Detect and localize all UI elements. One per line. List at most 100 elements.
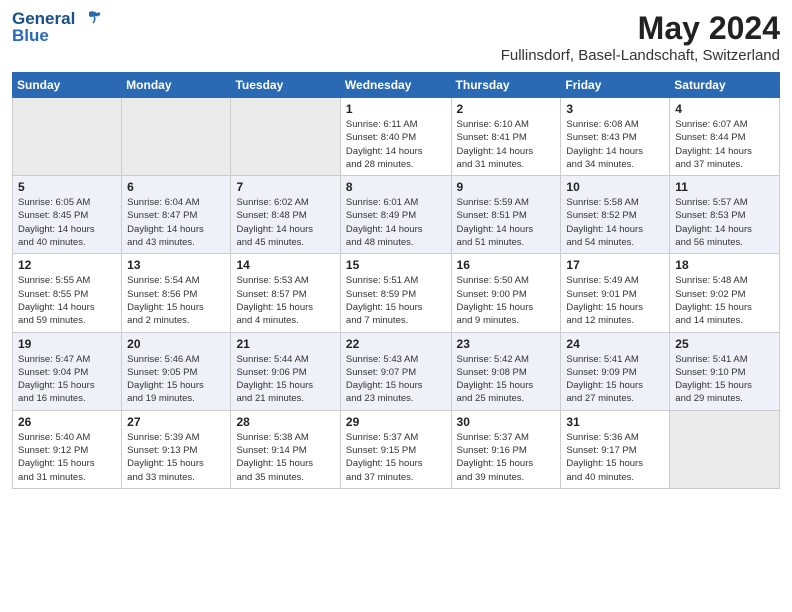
day-info: Sunrise: 5:47 AM Sunset: 9:04 PM Dayligh… [18, 353, 116, 406]
day-info: Sunrise: 6:08 AM Sunset: 8:43 PM Dayligh… [566, 118, 664, 171]
day-info: Sunrise: 5:37 AM Sunset: 9:16 PM Dayligh… [457, 431, 556, 484]
day-info: Sunrise: 5:49 AM Sunset: 9:01 PM Dayligh… [566, 274, 664, 327]
day-info: Sunrise: 5:44 AM Sunset: 9:06 PM Dayligh… [236, 353, 334, 406]
table-row: 7 Sunrise: 6:02 AM Sunset: 8:48 PM Daylig… [231, 176, 340, 254]
day-number: 28 [236, 415, 334, 429]
table-row: 22Sunrise: 5:43 AM Sunset: 9:07 PM Dayli… [340, 332, 451, 410]
day-info: Sunrise: 5:41 AM Sunset: 9:10 PM Dayligh… [675, 353, 774, 406]
day-number: 7 [236, 180, 334, 194]
day-number: 30 [457, 415, 556, 429]
header-wednesday: Wednesday [340, 73, 451, 98]
day-number: 31 [566, 415, 664, 429]
table-row: 30 Sunrise: 5:37 AM Sunset: 9:16 PM Dayli… [451, 410, 561, 488]
day-info: Sunrise: 5:58 AM Sunset: 8:52 PM Dayligh… [566, 196, 664, 249]
day-info: Sunrise: 5:39 AM Sunset: 9:13 PM Dayligh… [127, 431, 225, 484]
calendar-week-row: 1Sunrise: 6:11 AM Sunset: 8:40 PM Daylig… [13, 98, 780, 176]
day-number: 2 [457, 102, 556, 116]
table-row: 15 Sunrise: 5:51 AM Sunset: 8:59 PM Dayli… [340, 254, 451, 332]
day-info: Sunrise: 5:57 AM Sunset: 8:53 PM Dayligh… [675, 196, 774, 249]
day-number: 29 [346, 415, 446, 429]
day-info: Sunrise: 5:59 AM Sunset: 8:51 PM Dayligh… [457, 196, 556, 249]
table-row: 24Sunrise: 5:41 AM Sunset: 9:09 PM Dayli… [561, 332, 670, 410]
table-row [231, 98, 340, 176]
day-number: 25 [675, 337, 774, 351]
table-row: 14 Sunrise: 5:53 AM Sunset: 8:57 PM Dayli… [231, 254, 340, 332]
day-number: 4 [675, 102, 774, 116]
table-row [122, 98, 231, 176]
table-row: 16 Sunrise: 5:50 AM Sunset: 9:00 PM Dayli… [451, 254, 561, 332]
day-number: 15 [346, 258, 446, 272]
table-row: 1Sunrise: 6:11 AM Sunset: 8:40 PM Daylig… [340, 98, 451, 176]
table-row: 29Sunrise: 5:37 AM Sunset: 9:15 PM Dayli… [340, 410, 451, 488]
calendar-week-row: 5 Sunrise: 6:05 AM Sunset: 8:45 PM Daylig… [13, 176, 780, 254]
calendar-table: Sunday Monday Tuesday Wednesday Thursday… [12, 72, 780, 489]
table-row: 5 Sunrise: 6:05 AM Sunset: 8:45 PM Daylig… [13, 176, 122, 254]
day-number: 5 [18, 180, 116, 194]
header-friday: Friday [561, 73, 670, 98]
table-row [670, 410, 780, 488]
day-number: 19 [18, 337, 116, 351]
day-number: 18 [675, 258, 774, 272]
day-info: Sunrise: 5:42 AM Sunset: 9:08 PM Dayligh… [457, 353, 556, 406]
title-block: May 2024 Fullinsdorf, Basel-Landschaft, … [501, 10, 780, 64]
day-info: Sunrise: 6:04 AM Sunset: 8:47 PM Dayligh… [127, 196, 225, 249]
table-row: 13Sunrise: 5:54 AM Sunset: 8:56 PM Dayli… [122, 254, 231, 332]
header-thursday: Thursday [451, 73, 561, 98]
day-number: 11 [675, 180, 774, 194]
page-container: General Blue May 2024 Fullinsdorf, Basel… [0, 0, 792, 501]
table-row: 20Sunrise: 5:46 AM Sunset: 9:05 PM Dayli… [122, 332, 231, 410]
table-row: 6 Sunrise: 6:04 AM Sunset: 8:47 PM Daylig… [122, 176, 231, 254]
day-info: Sunrise: 6:11 AM Sunset: 8:40 PM Dayligh… [346, 118, 446, 171]
day-number: 8 [346, 180, 446, 194]
day-number: 9 [457, 180, 556, 194]
day-number: 16 [457, 258, 556, 272]
day-info: Sunrise: 5:48 AM Sunset: 9:02 PM Dayligh… [675, 274, 774, 327]
table-row: 27Sunrise: 5:39 AM Sunset: 9:13 PM Dayli… [122, 410, 231, 488]
logo: General Blue [12, 10, 101, 45]
table-row: 2 Sunrise: 6:10 AM Sunset: 8:41 PM Daylig… [451, 98, 561, 176]
table-row: 3Sunrise: 6:08 AM Sunset: 8:43 PM Daylig… [561, 98, 670, 176]
day-number: 22 [346, 337, 446, 351]
day-info: Sunrise: 6:07 AM Sunset: 8:44 PM Dayligh… [675, 118, 774, 171]
table-row: 4 Sunrise: 6:07 AM Sunset: 8:44 PM Daylig… [670, 98, 780, 176]
table-row: 28Sunrise: 5:38 AM Sunset: 9:14 PM Dayli… [231, 410, 340, 488]
day-info: Sunrise: 6:10 AM Sunset: 8:41 PM Dayligh… [457, 118, 556, 171]
table-row: 10Sunrise: 5:58 AM Sunset: 8:52 PM Dayli… [561, 176, 670, 254]
day-info: Sunrise: 5:46 AM Sunset: 9:05 PM Dayligh… [127, 353, 225, 406]
table-row: 8 Sunrise: 6:01 AM Sunset: 8:49 PM Daylig… [340, 176, 451, 254]
day-info: Sunrise: 5:40 AM Sunset: 9:12 PM Dayligh… [18, 431, 116, 484]
day-number: 26 [18, 415, 116, 429]
header: General Blue May 2024 Fullinsdorf, Basel… [12, 10, 780, 64]
header-tuesday: Tuesday [231, 73, 340, 98]
day-info: Sunrise: 5:53 AM Sunset: 8:57 PM Dayligh… [236, 274, 334, 327]
table-row: 26 Sunrise: 5:40 AM Sunset: 9:12 PM Dayli… [13, 410, 122, 488]
day-info: Sunrise: 5:55 AM Sunset: 8:55 PM Dayligh… [18, 274, 116, 327]
table-row: 21 Sunrise: 5:44 AM Sunset: 9:06 PM Dayli… [231, 332, 340, 410]
logo-bird-icon [79, 10, 101, 28]
table-row: 19 Sunrise: 5:47 AM Sunset: 9:04 PM Dayli… [13, 332, 122, 410]
table-row: 11 Sunrise: 5:57 AM Sunset: 8:53 PM Dayli… [670, 176, 780, 254]
location-title: Fullinsdorf, Basel-Landschaft, Switzerla… [501, 47, 780, 64]
calendar-week-row: 26 Sunrise: 5:40 AM Sunset: 9:12 PM Dayli… [13, 410, 780, 488]
day-info: Sunrise: 5:50 AM Sunset: 9:00 PM Dayligh… [457, 274, 556, 327]
table-row: 12Sunrise: 5:55 AM Sunset: 8:55 PM Dayli… [13, 254, 122, 332]
day-info: Sunrise: 6:02 AM Sunset: 8:48 PM Dayligh… [236, 196, 334, 249]
day-number: 17 [566, 258, 664, 272]
calendar-header-row: Sunday Monday Tuesday Wednesday Thursday… [13, 73, 780, 98]
day-number: 23 [457, 337, 556, 351]
header-sunday: Sunday [13, 73, 122, 98]
table-row: 31Sunrise: 5:36 AM Sunset: 9:17 PM Dayli… [561, 410, 670, 488]
day-number: 6 [127, 180, 225, 194]
calendar-week-row: 19 Sunrise: 5:47 AM Sunset: 9:04 PM Dayli… [13, 332, 780, 410]
day-info: Sunrise: 6:01 AM Sunset: 8:49 PM Dayligh… [346, 196, 446, 249]
day-info: Sunrise: 5:51 AM Sunset: 8:59 PM Dayligh… [346, 274, 446, 327]
header-saturday: Saturday [670, 73, 780, 98]
day-number: 21 [236, 337, 334, 351]
table-row: 23 Sunrise: 5:42 AM Sunset: 9:08 PM Dayli… [451, 332, 561, 410]
table-row: 17 Sunrise: 5:49 AM Sunset: 9:01 PM Dayli… [561, 254, 670, 332]
day-number: 14 [236, 258, 334, 272]
table-row: 18 Sunrise: 5:48 AM Sunset: 9:02 PM Dayli… [670, 254, 780, 332]
day-info: Sunrise: 6:05 AM Sunset: 8:45 PM Dayligh… [18, 196, 116, 249]
day-info: Sunrise: 5:41 AM Sunset: 9:09 PM Dayligh… [566, 353, 664, 406]
calendar-week-row: 12Sunrise: 5:55 AM Sunset: 8:55 PM Dayli… [13, 254, 780, 332]
